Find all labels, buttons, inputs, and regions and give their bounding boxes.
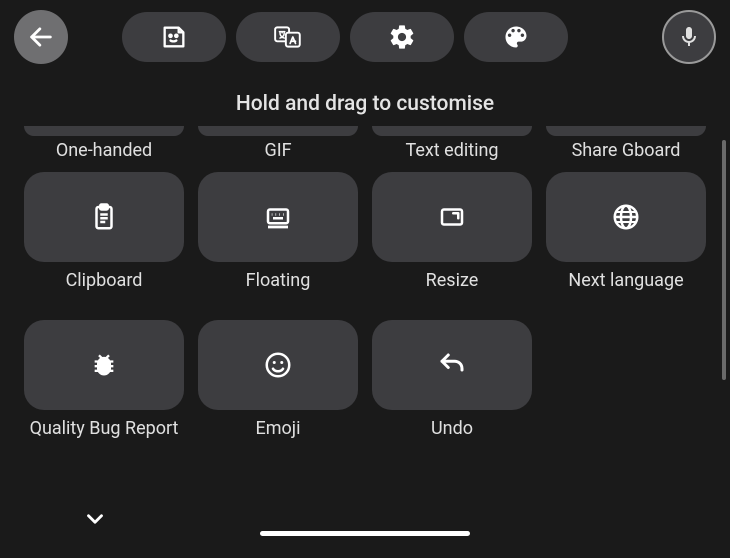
translate-icon — [273, 23, 303, 51]
voice-input-button[interactable] — [662, 10, 716, 64]
shortcut-share-gboard[interactable]: Share Gboard — [546, 126, 706, 172]
shortcut-emoji[interactable]: Emoji — [198, 320, 358, 462]
shortcut-gif[interactable]: GIF — [198, 126, 358, 172]
home-indicator[interactable] — [260, 531, 470, 536]
shortcut-tile — [24, 172, 184, 262]
shortcut-label: GIF — [264, 140, 291, 162]
shortcut-label: Clipboard — [66, 270, 143, 314]
shortcut-undo[interactable]: Undo — [372, 320, 532, 462]
settings-button[interactable] — [350, 12, 454, 62]
globe-icon — [611, 202, 641, 232]
shortcut-quality-bug-report[interactable]: Quality Bug Report — [24, 320, 184, 462]
shortcut-tile — [372, 320, 532, 410]
shortcut-tile — [24, 320, 184, 410]
instruction-text: Hold and drag to customise — [0, 92, 730, 116]
sticker-icon — [160, 23, 188, 51]
shortcut-tile — [372, 172, 532, 262]
translate-button[interactable] — [236, 12, 340, 62]
arrow-left-icon — [27, 23, 55, 51]
scrollbar[interactable] — [722, 140, 726, 380]
sticker-button[interactable] — [122, 12, 226, 62]
shortcut-label: Text editing — [405, 140, 498, 162]
shortcut-label: Quality Bug Report — [30, 418, 179, 462]
shortcut-label: Floating — [246, 270, 311, 314]
gear-icon — [388, 23, 416, 51]
mic-icon — [677, 25, 701, 49]
tile-stub — [546, 126, 706, 136]
theme-button[interactable] — [464, 12, 568, 62]
shortcut-tile — [198, 172, 358, 262]
bug-icon — [90, 351, 118, 379]
resize-icon — [437, 202, 467, 232]
shortcut-clipboard[interactable]: Clipboard — [24, 172, 184, 314]
collapse-button[interactable] — [82, 506, 108, 532]
shortcut-tile — [198, 320, 358, 410]
tile-stub — [372, 126, 532, 136]
clipboard-icon — [89, 202, 119, 232]
shortcut-tile — [546, 172, 706, 262]
shortcut-label: Share Gboard — [572, 140, 681, 162]
shortcut-label: Emoji — [256, 418, 301, 462]
chevron-down-icon — [82, 506, 108, 532]
undo-icon — [437, 350, 467, 380]
top-toolbar — [0, 0, 730, 70]
tile-stub — [198, 126, 358, 136]
shortcut-label: Resize — [426, 270, 479, 314]
shortcut-resize[interactable]: Resize — [372, 172, 532, 314]
tile-stub — [24, 126, 184, 136]
shortcut-label: Next language — [568, 270, 683, 314]
emoji-icon — [263, 350, 293, 380]
shortcut-label: Undo — [431, 418, 473, 462]
shortcut-next-language[interactable]: Next language — [546, 172, 706, 314]
floating-keyboard-icon — [263, 202, 293, 232]
shortcut-label: One-handed — [56, 140, 152, 162]
shortcut-floating[interactable]: Floating — [198, 172, 358, 314]
palette-icon — [502, 23, 530, 51]
back-button[interactable] — [14, 10, 68, 64]
shortcut-grid: One-handed GIF Text editing Share Gboard… — [0, 126, 730, 462]
shortcut-one-handed[interactable]: One-handed — [24, 126, 184, 172]
shortcut-text-editing[interactable]: Text editing — [372, 126, 532, 172]
